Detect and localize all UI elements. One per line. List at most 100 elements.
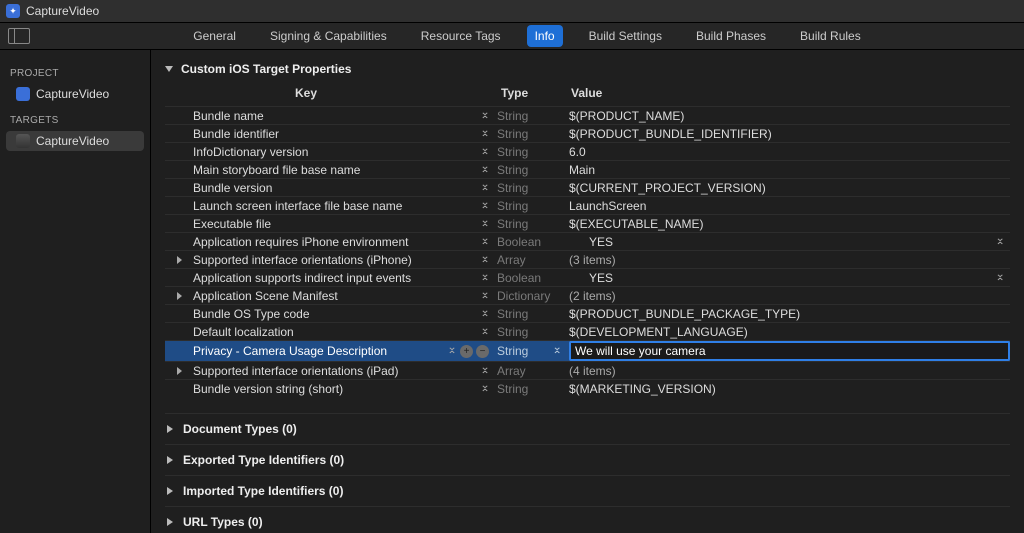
- table-row[interactable]: Supported interface orientations (iPad)A…: [165, 361, 1010, 379]
- table-row[interactable]: InfoDictionary version String6.0: [165, 142, 1010, 160]
- table-row[interactable]: Privacy - Camera Usage Description +−Stri…: [165, 340, 1010, 361]
- stepper-icon[interactable]: [479, 368, 491, 374]
- key-label: InfoDictionary version: [165, 145, 475, 159]
- stepper-icon[interactable]: [479, 311, 491, 317]
- type-cell[interactable]: String: [495, 145, 565, 159]
- value-cell[interactable]: (2 items): [565, 289, 1010, 303]
- value-input[interactable]: [569, 341, 1010, 361]
- section-header[interactable]: Imported Type Identifiers (0): [165, 475, 1010, 506]
- type-cell[interactable]: String: [495, 181, 565, 195]
- type-cell[interactable]: Dictionary: [495, 289, 565, 303]
- stepper-icon[interactable]: [479, 293, 491, 299]
- stepper-icon[interactable]: [479, 239, 491, 245]
- value-cell[interactable]: $(CURRENT_PROJECT_VERSION): [565, 181, 1010, 195]
- key-label: Bundle identifier: [165, 127, 475, 141]
- tab-build-phases[interactable]: Build Phases: [688, 25, 774, 47]
- type-cell[interactable]: Boolean: [495, 235, 565, 249]
- stepper-icon[interactable]: [996, 275, 1004, 281]
- chevron-right-icon[interactable]: [177, 367, 182, 375]
- table-row[interactable]: Application supports indirect input even…: [165, 268, 1010, 286]
- type-cell[interactable]: String: [495, 199, 565, 213]
- sidebar-targets-heading: TARGETS: [0, 105, 150, 130]
- type-cell[interactable]: String: [495, 382, 565, 396]
- value-cell[interactable]: Main: [565, 163, 1010, 177]
- tab-general[interactable]: General: [185, 25, 244, 47]
- remove-row-button[interactable]: −: [476, 345, 489, 358]
- value-cell[interactable]: $(PRODUCT_BUNDLE_PACKAGE_TYPE): [565, 307, 1010, 321]
- table-row[interactable]: Executable fileString$(EXECUTABLE_NAME): [165, 214, 1010, 232]
- stepper-icon[interactable]: [479, 131, 491, 137]
- table-row[interactable]: Bundle version string (short)String$(MAR…: [165, 379, 1010, 397]
- sidebar-target-label: CaptureVideo: [36, 134, 109, 148]
- chevron-right-icon[interactable]: [177, 292, 182, 300]
- tab-build-rules[interactable]: Build Rules: [792, 25, 869, 47]
- table-row[interactable]: Bundle OS Type codeString$(PRODUCT_BUNDL…: [165, 304, 1010, 322]
- section-header[interactable]: Document Types (0): [165, 413, 1010, 444]
- stepper-icon[interactable]: [553, 348, 561, 354]
- table-row[interactable]: Application Scene Manifest Dictionary(2 i…: [165, 286, 1010, 304]
- stepper-icon[interactable]: [479, 329, 491, 335]
- value-cell[interactable]: LaunchScreen: [565, 199, 1010, 213]
- value-cell[interactable]: $(PRODUCT_BUNDLE_IDENTIFIER): [565, 127, 1010, 141]
- key-label: Main storyboard file base name: [165, 163, 475, 177]
- stepper-icon[interactable]: [446, 348, 458, 354]
- section-header[interactable]: URL Types (0): [165, 506, 1010, 533]
- type-cell[interactable]: Array: [495, 253, 565, 267]
- type-cell[interactable]: String: [495, 127, 565, 141]
- stepper-icon[interactable]: [996, 239, 1004, 245]
- chevron-right-icon[interactable]: [177, 256, 182, 264]
- tab-info[interactable]: Info: [527, 25, 563, 47]
- key-label: Application Scene Manifest: [165, 289, 475, 303]
- add-row-button[interactable]: +: [460, 345, 473, 358]
- stepper-icon[interactable]: [479, 113, 491, 119]
- table-row[interactable]: Bundle identifier String$(PRODUCT_BUNDLE_…: [165, 124, 1010, 142]
- section-title: Imported Type Identifiers (0): [183, 484, 343, 498]
- value-cell[interactable]: YES: [565, 271, 1010, 285]
- sidebar-toggle-icon[interactable]: [8, 28, 30, 44]
- tab-signing-capabilities[interactable]: Signing & Capabilities: [262, 25, 395, 47]
- value-cell[interactable]: [565, 341, 1010, 361]
- section-title: Custom iOS Target Properties: [181, 62, 351, 76]
- stepper-icon[interactable]: [479, 203, 491, 209]
- table-row[interactable]: Bundle versionString$(CURRENT_PROJECT_VE…: [165, 178, 1010, 196]
- value-cell[interactable]: $(MARKETING_VERSION): [565, 382, 1010, 396]
- section-title: URL Types (0): [183, 515, 263, 529]
- type-cell[interactable]: String: [495, 109, 565, 123]
- type-cell[interactable]: Array: [495, 364, 565, 378]
- value-cell[interactable]: (4 items): [565, 364, 1010, 378]
- stepper-icon[interactable]: [479, 185, 491, 191]
- chevron-right-icon: [167, 456, 173, 464]
- stepper-icon[interactable]: [479, 221, 491, 227]
- sidebar-project-item[interactable]: CaptureVideo: [6, 84, 144, 104]
- table-row[interactable]: Main storyboard file base name StringMain: [165, 160, 1010, 178]
- section-header[interactable]: Exported Type Identifiers (0): [165, 444, 1010, 475]
- section-header[interactable]: Custom iOS Target Properties: [151, 58, 1024, 82]
- sidebar-target-item[interactable]: CaptureVideo: [6, 131, 144, 151]
- stepper-icon[interactable]: [479, 275, 491, 281]
- value-cell[interactable]: $(DEVELOPMENT_LANGUAGE): [565, 325, 1010, 339]
- value-cell[interactable]: $(EXECUTABLE_NAME): [565, 217, 1010, 231]
- bottom-sections: Document Types (0)Exported Type Identifi…: [165, 413, 1010, 533]
- tab-build-settings[interactable]: Build Settings: [581, 25, 670, 47]
- table-row[interactable]: Launch screen interface file base nameSt…: [165, 196, 1010, 214]
- stepper-icon[interactable]: [479, 149, 491, 155]
- type-cell[interactable]: String: [495, 217, 565, 231]
- tab-resource-tags[interactable]: Resource Tags: [413, 25, 509, 47]
- type-cell[interactable]: String: [495, 325, 565, 339]
- type-cell[interactable]: Boolean: [495, 271, 565, 285]
- value-cell[interactable]: 6.0: [565, 145, 1010, 159]
- stepper-icon[interactable]: [479, 167, 491, 173]
- table-row[interactable]: Application requires iPhone environmentB…: [165, 232, 1010, 250]
- key-label: Privacy - Camera Usage Description: [165, 344, 442, 358]
- value-cell[interactable]: YES: [565, 235, 1010, 249]
- stepper-icon[interactable]: [479, 257, 491, 263]
- table-row[interactable]: Bundle nameString$(PRODUCT_NAME): [165, 106, 1010, 124]
- type-cell[interactable]: String: [495, 307, 565, 321]
- value-cell[interactable]: $(PRODUCT_NAME): [565, 109, 1010, 123]
- type-cell[interactable]: String: [495, 163, 565, 177]
- stepper-icon[interactable]: [479, 386, 491, 392]
- table-row[interactable]: Default localizationString$(DEVELOPMENT_…: [165, 322, 1010, 340]
- table-row[interactable]: Supported interface orientations (iPhone…: [165, 250, 1010, 268]
- value-cell[interactable]: (3 items): [565, 253, 1010, 267]
- type-cell[interactable]: String: [495, 344, 565, 358]
